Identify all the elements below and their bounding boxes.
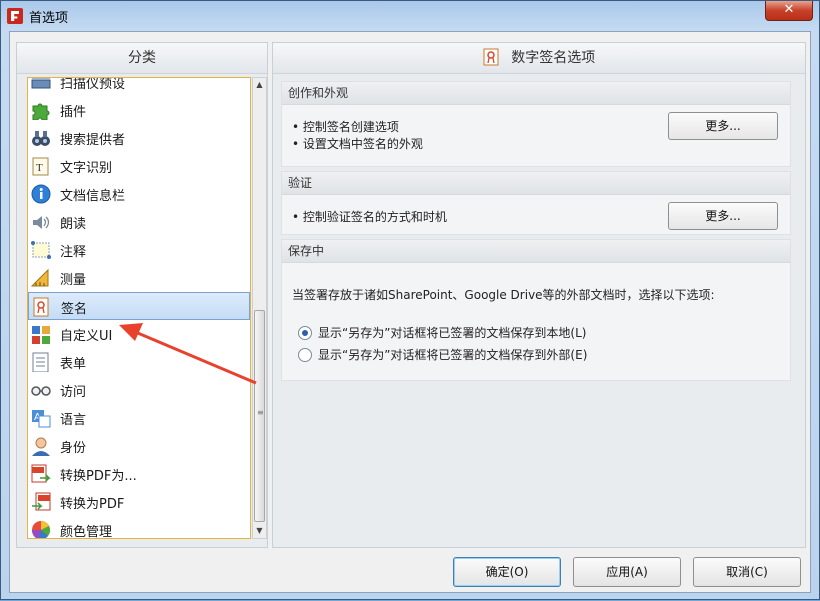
category-item-label: 颜色管理: [60, 525, 113, 539]
category-item[interactable]: 文档信息栏: [28, 180, 250, 208]
ocr-icon: T: [30, 156, 52, 176]
category-item[interactable]: 朗读: [28, 208, 250, 236]
preferences-window: 首选项 ✕ 分类 扫描仪预设插件搜索提供者 T 文字识别文档信息栏朗读注释测量签名自…: [0, 0, 820, 600]
options-title: 数字签名选项: [511, 50, 596, 66]
radio-save-local[interactable]: 显示“另存为”对话框将已签署的文档保存到本地(L): [298, 324, 586, 341]
radio-unchecked-icon[interactable]: [298, 347, 312, 362]
category-item-label: 注释: [60, 245, 87, 260]
category-item-label: 文档信息栏: [60, 189, 126, 204]
convert-to-pdf-icon: [30, 492, 52, 512]
category-item[interactable]: 自定义UI: [28, 320, 250, 348]
category-item-label: 测量: [60, 273, 87, 288]
validation-more-button[interactable]: 更多...: [668, 202, 778, 230]
category-item[interactable]: 访问: [28, 376, 250, 404]
saving-group-title: 保存中: [282, 240, 790, 263]
signature-icon: [31, 297, 53, 317]
category-item-label: 转换PDF为...: [60, 469, 137, 484]
appearance-line: • 设置文档中签名的外观: [292, 137, 423, 151]
category-item-label: 插件: [60, 105, 87, 120]
scanner-icon: [30, 78, 52, 92]
category-item-label: 扫描仪预设: [60, 77, 126, 92]
convert-from-pdf-icon: [30, 464, 52, 484]
signature-certificate-icon: [483, 47, 499, 66]
radio-checked-icon[interactable]: [298, 325, 312, 340]
category-item[interactable]: 转换PDF为...: [28, 460, 250, 488]
category-list-inner: 扫描仪预设插件搜索提供者 T 文字识别文档信息栏朗读注释测量签名自定义UI 表单访问 A…: [28, 77, 250, 539]
category-item-label: 自定义UI: [60, 329, 113, 344]
category-item[interactable]: 签名: [28, 292, 250, 320]
radio-save-external-label: 显示“另存为”对话框将已签署的文档保存到外部(E): [318, 348, 588, 362]
category-item[interactable]: 注释: [28, 236, 250, 264]
annotation-icon: [30, 240, 52, 260]
category-item-label: 文字识别: [60, 161, 113, 176]
validation-group: 验证 • 控制验证签名的方式和时机 更多...: [281, 171, 791, 235]
category-item-label: 身份: [60, 441, 87, 456]
title-bar[interactable]: 首选项 ✕: [1, 1, 819, 31]
category-scrollbar[interactable]: ▲ ≡ ▼: [252, 77, 267, 539]
language-icon: A: [30, 408, 52, 428]
app-logo-icon: [7, 8, 23, 24]
category-item[interactable]: 插件: [28, 96, 250, 124]
category-list[interactable]: 扫描仪预设插件搜索提供者 T 文字识别文档信息栏朗读注释测量签名自定义UI 表单访问 A…: [27, 77, 251, 539]
identity-icon: [30, 436, 52, 456]
appearance-group: 创作和外观 • 控制签名创建选项 • 设置文档中签名的外观 更多...: [281, 81, 791, 167]
category-item[interactable]: 转换为PDF: [28, 488, 250, 516]
form-icon: [30, 352, 52, 373]
category-item[interactable]: 搜索提供者: [28, 124, 250, 152]
custom-ui-icon: [30, 324, 52, 344]
category-item[interactable]: 表单: [28, 348, 250, 376]
scroll-grip-icon: ≡: [257, 408, 264, 417]
category-item-label: 搜索提供者: [60, 133, 126, 148]
color-wheel-icon: [30, 520, 52, 538]
scroll-up-arrow-icon[interactable]: ▲: [253, 78, 266, 92]
info-icon: [30, 184, 52, 204]
dialog-body: 分类 扫描仪预设插件搜索提供者 T 文字识别文档信息栏朗读注释测量签名自定义UI 表单…: [9, 31, 811, 593]
cancel-button[interactable]: 取消(C): [693, 557, 801, 587]
radio-save-local-label: 显示“另存为”对话框将已签署的文档保存到本地(L): [318, 326, 587, 340]
radio-save-external[interactable]: 显示“另存为”对话框将已签署的文档保存到外部(E): [298, 346, 587, 363]
category-item[interactable]: A 语言: [28, 404, 250, 432]
close-button[interactable]: ✕: [765, 1, 813, 21]
validation-group-title: 验证: [282, 172, 790, 195]
options-panel: 数字签名选项 创作和外观 • 控制签名创建选项 • 设置文档中签名的外观 更多.…: [272, 42, 806, 548]
category-item[interactable]: 扫描仪预设: [28, 77, 250, 96]
binoculars-icon: [30, 128, 52, 148]
glasses-icon: [30, 380, 52, 400]
category-item-label: 转换为PDF: [60, 497, 125, 512]
puzzle-icon: [30, 100, 52, 121]
appearance-line: • 控制签名创建选项: [292, 120, 399, 134]
category-item-label: 访问: [60, 385, 87, 400]
scroll-thumb[interactable]: ≡: [254, 310, 265, 522]
category-item-label: 朗读: [60, 217, 87, 232]
options-header: 数字签名选项: [273, 43, 805, 74]
speaker-icon: [30, 212, 52, 232]
appearance-more-button[interactable]: 更多...: [668, 112, 778, 140]
category-header: 分类: [17, 43, 267, 74]
category-panel: 分类 扫描仪预设插件搜索提供者 T 文字识别文档信息栏朗读注释测量签名自定义UI 表单…: [16, 42, 268, 548]
scroll-down-arrow-icon[interactable]: ▼: [253, 524, 266, 538]
ruler-icon: [30, 268, 52, 288]
category-item-label: 签名: [61, 302, 88, 317]
category-item[interactable]: T 文字识别: [28, 152, 250, 180]
appearance-group-title: 创作和外观: [282, 82, 790, 105]
svg-text:T: T: [36, 162, 43, 174]
apply-button[interactable]: 应用(A): [573, 557, 681, 587]
category-item[interactable]: 身份: [28, 432, 250, 460]
validation-line: • 控制验证签名的方式和时机: [292, 210, 447, 224]
saving-group: 保存中 当签署存放于诸如SharePoint、Google Drive等的外部文…: [281, 239, 791, 381]
category-item-label: 表单: [60, 357, 87, 372]
category-item[interactable]: 测量: [28, 264, 250, 292]
ok-button[interactable]: 确定(O): [453, 557, 561, 587]
category-item[interactable]: 颜色管理: [28, 516, 250, 539]
window-title: 首选项: [29, 11, 69, 26]
saving-description: 当签署存放于诸如SharePoint、Google Drive等的外部文档时，选…: [292, 288, 715, 302]
category-item-label: 语言: [60, 413, 87, 428]
